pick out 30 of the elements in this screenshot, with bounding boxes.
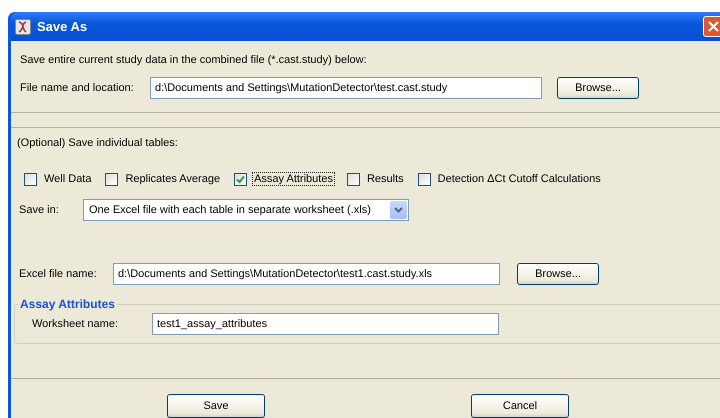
section-heading: (Optional) Save individual tables: (16, 137, 179, 151)
group-title: Assay Attributes (19, 297, 116, 311)
checkbox-label[interactable]: Assay Attributes (252, 172, 335, 186)
checkbox-label[interactable]: Results (364, 172, 406, 186)
file-name-field[interactable]: d:\Documents and Settings\MutationDetector\test.cast.study (150, 77, 542, 99)
app-icon (15, 18, 31, 34)
field-label: File name and location: (20, 82, 135, 94)
cancel-button[interactable]: Cancel (471, 394, 569, 418)
save-in-dropdown[interactable]: One Excel file with each table in separate worksheet (.xls) (83, 199, 409, 221)
close-icon (708, 21, 719, 32)
worksheet-name-field[interactable]: test1_assay_attributes (152, 313, 499, 335)
browse-button[interactable]: Browse... (517, 263, 599, 285)
description-text: Save entire current study data in the combined file (*.cast.study) below: (20, 54, 368, 68)
window-title: Save As (37, 19, 88, 34)
checkbox-label[interactable]: Detection ΔCt Cutoff Calculations (436, 172, 603, 186)
field-label: Worksheet name: (32, 318, 120, 330)
save-button[interactable]: Save (167, 394, 265, 418)
field-label: Save in: (19, 204, 60, 216)
checkbox[interactable] (346, 172, 360, 186)
close-button[interactable] (703, 16, 720, 37)
checkbox-label[interactable]: Replicates Average (123, 172, 222, 186)
checkbox[interactable] (234, 172, 248, 186)
checkbox[interactable] (105, 172, 118, 186)
checkbox[interactable] (24, 172, 37, 186)
excel-file-field[interactable]: d:\Documents and Settings\MutationDetector\test1.cast.study.xls (113, 263, 500, 285)
field-label: Excel file name: (19, 268, 98, 280)
checkbox[interactable] (418, 172, 431, 186)
browse-button[interactable]: Browse... (557, 77, 639, 99)
checkbox-label[interactable]: Well Data (42, 172, 94, 186)
check-icon (236, 174, 246, 184)
